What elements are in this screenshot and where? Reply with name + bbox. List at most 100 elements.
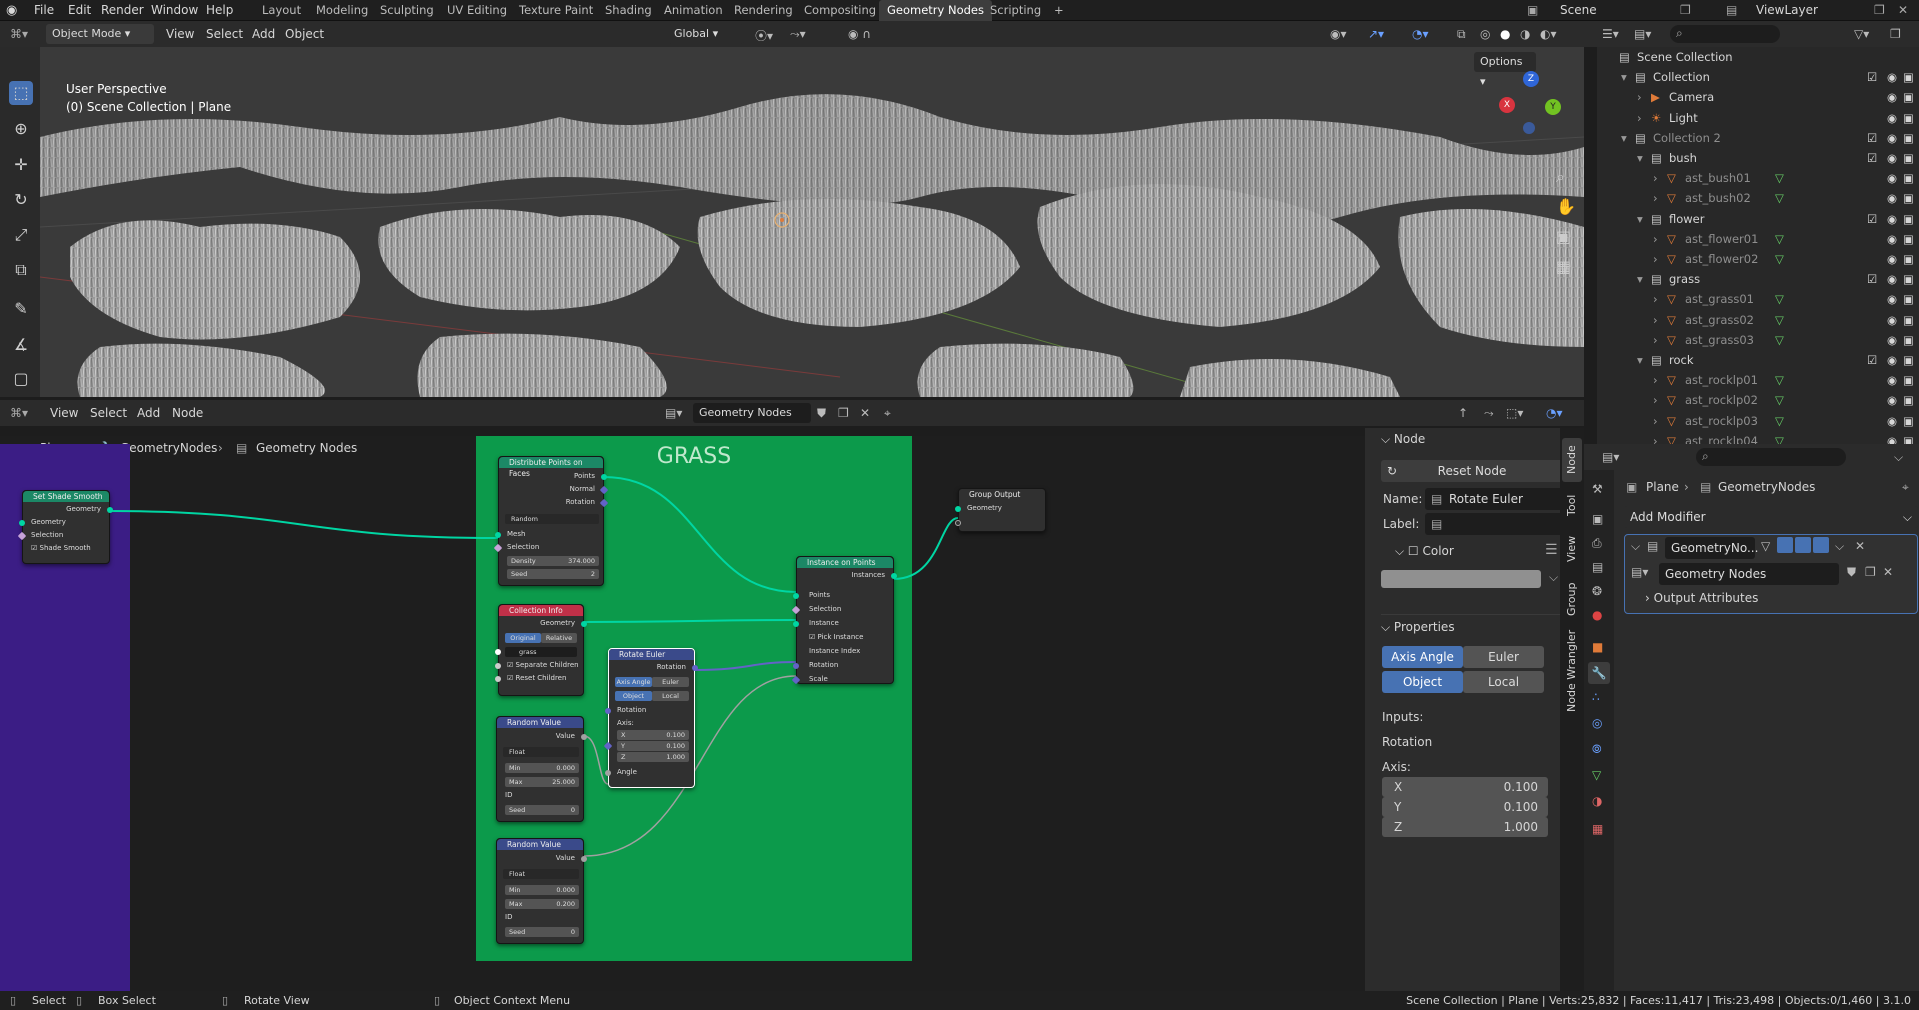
node-color-swatch[interactable] [1381,570,1541,588]
render-camera-icon[interactable]: ▣ [1903,289,1914,309]
axis-angle-toggle[interactable]: Axis Angle [615,677,652,687]
menu-file[interactable]: File [34,3,54,17]
outliner-row[interactable]: › ▽ ast_bush02 ▽ ◉ ▣ [1597,188,1919,208]
node-snap-icon[interactable]: ⤳ [1484,406,1494,421]
node-random-value-2[interactable]: Random Value Value Float Min 0.000 Max 0.2… [496,838,587,944]
workspace-tab-sculpting[interactable]: Sculpting [372,0,442,21]
mesh-data-icon[interactable]: ▽ [1775,390,1784,410]
rotation-output-socket[interactable] [692,665,698,671]
object-tab-icon[interactable]: ■ [1592,640,1603,654]
points-output-socket[interactable] [601,474,607,480]
transform-orientation-dropdown[interactable]: Global ▾ [668,24,744,44]
viewport-menu-select[interactable]: Select [206,27,243,41]
gizmo-neg-z-icon[interactable] [1523,122,1535,134]
measure-tool-icon[interactable]: ∡ [9,333,33,357]
euler-toggle[interactable]: Euler [652,677,689,687]
color-section-header[interactable]: ⌵ ☐ Color [1395,544,1454,559]
mesh-data-icon[interactable]: ▽ [1775,229,1784,249]
workspace-tab-layout[interactable]: Layout [254,0,309,21]
collapse-icon[interactable]: ⌵ [1631,539,1640,554]
modifier-name-input[interactable]: GeometryNo... [1665,537,1758,559]
relative-toggle[interactable]: Relative [541,633,577,643]
bool-input-socket[interactable] [495,676,501,682]
tab-tool[interactable]: Tool [1562,486,1582,524]
outliner-row[interactable]: › ▽ ast_rocklp01 ▽ ◉ ▣ [1597,370,1919,390]
modifier-tab-icon[interactable]: 🔧 [1588,662,1610,684]
workspace-tab-uv-editing[interactable]: UV Editing [439,0,515,21]
node-collection-info[interactable]: Collection Info Geometry Original Relati… [495,604,587,696]
tab-group[interactable]: Group [1562,574,1582,624]
object-space-button[interactable]: Object [1382,671,1463,693]
visibility-eye-icon[interactable]: ◉ [1887,269,1897,289]
object-toggle[interactable]: Object [615,691,652,701]
render-camera-icon[interactable]: ▣ [1903,310,1914,330]
chevron-down-icon[interactable]: ⌵ [1549,570,1558,585]
tab-view[interactable]: View [1562,528,1582,570]
visibility-eye-icon[interactable]: ◉ [1887,330,1897,350]
min-field[interactable]: Min 0.000 [505,763,579,773]
mesh-input-socket[interactable] [495,532,501,538]
shading-rendered-icon[interactable]: ◐▾ [1540,27,1557,41]
outliner-row[interactable]: ▤ Scene Collection [1597,47,1919,67]
visibility-eye-icon[interactable]: ◉ [1887,128,1897,148]
cage-toggle-icon[interactable] [1777,537,1793,553]
view-layer-copy-icon[interactable]: ❐ [1874,3,1885,17]
render-camera-icon[interactable]: ▣ [1903,67,1914,87]
duplicate-tree-icon[interactable]: ❐ [838,406,849,420]
geometry-output-socket[interactable] [581,621,587,627]
mesh-data-icon[interactable]: ▽ [1775,370,1784,390]
node-section-header[interactable]: ⌵ Node [1381,432,1425,447]
node-set-shade-smooth[interactable]: Set Shade Smooth Geometry Geometry Selec… [17,490,113,564]
visibility-icon[interactable]: ◉▾ [1330,27,1347,41]
node-instance-on-points[interactable]: Instance on Points Instances Points Sele… [791,556,897,685]
collection-field[interactable]: grass [505,647,577,657]
visibility-eye-icon[interactable]: ◉ [1887,249,1897,269]
visibility-eye-icon[interactable]: ◉ [1887,168,1897,188]
close-icon[interactable]: ✕ [1855,539,1865,553]
scene-tab-icon[interactable]: ❂ [1592,584,1602,598]
menu-edit[interactable]: Edit [68,3,91,17]
blender-logo-icon[interactable]: ◉ [6,3,17,18]
render-toggle-icon[interactable] [1813,537,1829,553]
data-tab-icon[interactable]: ▽ [1592,768,1601,782]
scene-name[interactable]: Scene [1560,3,1597,17]
visibility-eye-icon[interactable]: ◉ [1887,411,1897,431]
view-layer-tab-icon[interactable]: ▤ [1592,560,1603,574]
points-input-socket[interactable] [793,593,799,599]
mesh-data-icon[interactable]: ▽ [1775,330,1784,350]
menu-window[interactable]: Window [151,3,198,17]
exclude-checkbox[interactable]: ☑ [1867,128,1877,148]
outliner-row[interactable]: ▾ ▤ bush ☑ ◉ ▣ [1597,148,1919,168]
mesh-data-icon[interactable]: ▽ [1775,310,1784,330]
expand-chevron-icon[interactable]: › [1653,411,1658,431]
gizmo-x-icon[interactable]: X [1499,97,1515,113]
visibility-eye-icon[interactable]: ◉ [1887,289,1897,309]
expand-chevron-icon[interactable]: › [1653,168,1658,188]
local-toggle[interactable]: Local [652,691,689,701]
render-tab-icon[interactable]: ▣ [1592,512,1603,526]
render-camera-icon[interactable]: ▣ [1903,128,1914,148]
pin-icon[interactable]: ⌖ [884,406,891,421]
fake-user-shield-icon[interactable]: ⛊ [1847,565,1856,580]
select-box-tool-icon[interactable]: ⬚ [9,81,33,105]
expand-chevron-icon[interactable]: › [1653,289,1658,309]
tab-node[interactable]: Node [1562,438,1582,482]
tab-node-wrangler[interactable]: Node Wrangler [1562,628,1582,718]
viewport-toggle-icon[interactable] [1795,537,1811,553]
value-output-socket[interactable] [581,856,587,862]
workspace-tab-texture-paint[interactable]: Texture Paint [511,0,601,21]
render-camera-icon[interactable]: ▣ [1903,87,1914,107]
fake-user-shield-icon[interactable]: ⛊ [817,406,826,421]
outliner-row[interactable]: ▾ ▤ Collection ☑ ◉ ▣ [1597,67,1919,87]
axis-x-input[interactable]: X 0.100 [1382,777,1548,797]
angle-input-socket[interactable] [605,770,611,776]
tool-tab-icon[interactable]: ⚒ [1592,482,1603,496]
node-group-input[interactable]: Geometry Nodes [1659,563,1839,585]
expand-chevron-icon[interactable]: › [1637,108,1642,128]
distribute-mode-dropdown[interactable]: Random [505,514,599,524]
chevron-down-icon[interactable]: ⌵ [1835,539,1844,554]
xray-icon[interactable]: ⧉ [1457,27,1466,42]
seed-field[interactable]: Seed 0 [505,805,579,815]
camera-view-icon[interactable]: ▣ [1556,227,1571,246]
visibility-eye-icon[interactable]: ◉ [1887,87,1897,107]
